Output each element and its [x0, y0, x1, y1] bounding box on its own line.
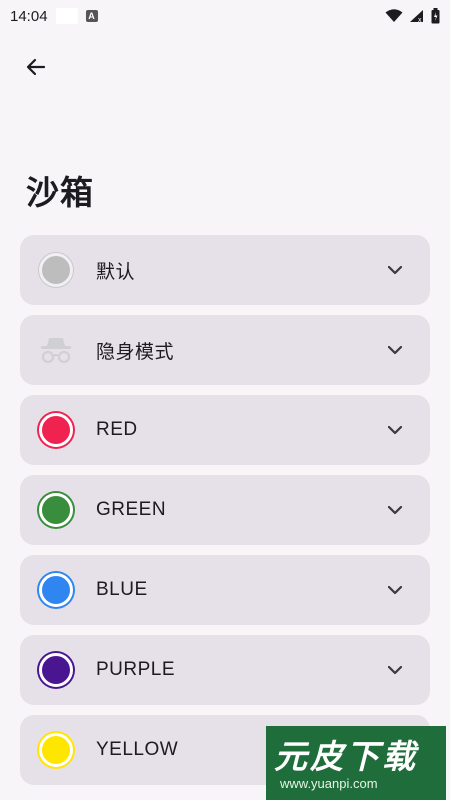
- chevron-down-icon[interactable]: [386, 421, 404, 439]
- status-blank-area: [55, 8, 78, 24]
- chevron-down-icon[interactable]: [386, 501, 404, 519]
- arrow-left-icon: [26, 58, 46, 76]
- svg-text:x: x: [418, 17, 422, 23]
- yellow-circle-icon: [39, 733, 73, 767]
- sandbox-label: 隐身模式: [96, 341, 175, 363]
- sandbox-label: 默认: [96, 261, 136, 283]
- cell-signal-icon: x: [410, 10, 423, 23]
- sandbox-icon: [38, 652, 74, 688]
- status-time: 14:04: [10, 7, 48, 25]
- sandbox-icon: [38, 492, 74, 528]
- sandbox-label: RED: [96, 419, 138, 440]
- watermark-logo: 元皮下载 www.yuanpi.com: [266, 726, 446, 800]
- sandbox-label: PURPLE: [96, 659, 176, 680]
- sandbox-icon: [38, 572, 74, 608]
- battery-icon: [431, 8, 440, 24]
- watermark-title: 元皮下载: [274, 737, 418, 776]
- blue-circle-icon: [39, 573, 73, 607]
- purple-circle-icon: [39, 653, 73, 687]
- chevron-down-icon[interactable]: [386, 261, 404, 279]
- gray-circle-icon: [39, 253, 73, 287]
- sandbox-icon: [38, 732, 74, 768]
- sandbox-icon: [38, 252, 74, 288]
- green-circle-icon: [39, 493, 73, 527]
- watermark-url: www.yuanpi.com: [280, 776, 378, 791]
- sandbox-item-blue[interactable]: BLUE: [20, 555, 430, 625]
- back-button[interactable]: [20, 51, 52, 83]
- sandbox-icon: [38, 412, 74, 448]
- sandbox-item-green[interactable]: GREEN: [20, 475, 430, 545]
- sandbox-label: GREEN: [96, 499, 167, 520]
- wifi-icon: [385, 9, 403, 22]
- status-bar: 14:04 A x: [0, 0, 450, 32]
- incognito-icon: [41, 338, 71, 364]
- sandbox-label: BLUE: [96, 579, 148, 600]
- sandbox-icon: [38, 332, 74, 368]
- chevron-down-icon[interactable]: [386, 581, 404, 599]
- sandbox-label: YELLOW: [96, 739, 179, 760]
- sandbox-item-incognito[interactable]: 隐身模式: [20, 315, 430, 385]
- sandbox-item-purple[interactable]: PURPLE: [20, 635, 430, 705]
- chevron-down-icon[interactable]: [386, 341, 404, 359]
- notification-badge-icon: A: [85, 10, 98, 22]
- chevron-down-icon[interactable]: [386, 661, 404, 679]
- sandbox-item-red[interactable]: RED: [20, 395, 430, 465]
- page-title: 沙箱: [26, 173, 94, 212]
- status-icons: x: [385, 8, 440, 24]
- red-circle-icon: [39, 413, 73, 447]
- sandbox-item-default[interactable]: 默认: [20, 235, 430, 305]
- sandbox-list: 默认 隐身模式 RED GREEN BLUE PURPLE YELLOW: [20, 235, 430, 795]
